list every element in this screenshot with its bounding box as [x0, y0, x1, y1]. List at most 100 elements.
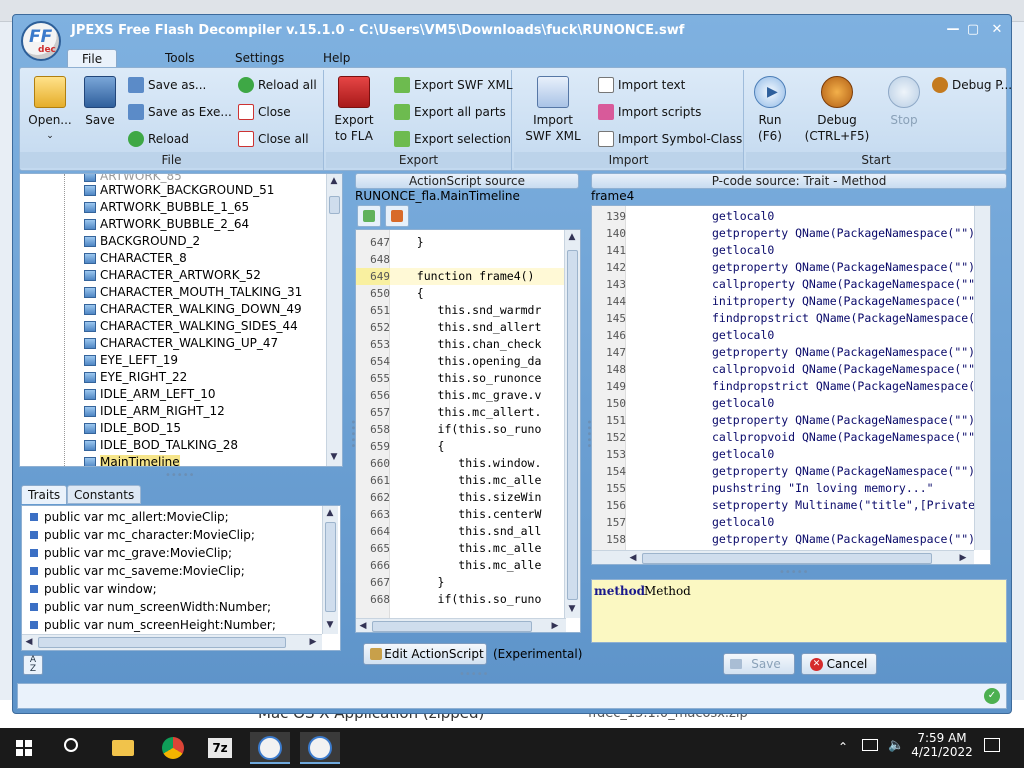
trait-item[interactable]: public var mc_grave:MovieClip; [30, 544, 232, 562]
trait-item[interactable]: public var mc_allert:MovieClip; [30, 508, 229, 526]
save-button[interactable]: Save [80, 76, 120, 128]
scroll-right-icon[interactable]: ▶ [548, 619, 562, 632]
import-symbol-class-button[interactable]: Import Symbol-Class [598, 130, 742, 148]
maximize-button[interactable]: ▢ [963, 21, 983, 39]
tree-item[interactable]: IDLE_ARM_RIGHT_12 [84, 403, 225, 420]
scroll-up-icon[interactable]: ▲ [323, 506, 337, 520]
ffdec-taskbar-button-2[interactable] [300, 732, 340, 764]
code-vscrollbar[interactable]: ▲ ▼ [564, 230, 580, 618]
run-button[interactable]: ▶ Run (F6) [750, 76, 790, 144]
close-window-button[interactable]: ✕ [987, 21, 1007, 39]
tree-item[interactable]: EYE_LEFT_19 [84, 352, 178, 369]
scroll-up-icon[interactable]: ▲ [565, 230, 579, 244]
tab-file[interactable]: File [67, 49, 118, 68]
tree-item[interactable]: EYE_RIGHT_22 [84, 369, 187, 386]
start-button[interactable] [4, 732, 44, 764]
notification-icon[interactable] [984, 738, 1000, 752]
splitter-handle[interactable]: ••••• [459, 669, 489, 680]
tab-help[interactable]: Help [309, 49, 364, 68]
tree-item[interactable]: IDLE_BOD_TALKING_28 [84, 437, 238, 454]
tree-item[interactable]: CHARACTER_MOUTH_TALKING_31 [84, 284, 302, 301]
traits-hscrollbar[interactable]: ◀ ▶ [22, 634, 322, 650]
splitter-handle[interactable]: ••••• [779, 567, 809, 578]
scroll-up-icon[interactable]: ▲ [327, 174, 341, 188]
scroll-right-icon[interactable]: ▶ [306, 635, 320, 649]
tree-item[interactable]: CHARACTER_WALKING_UP_47 [84, 335, 278, 352]
tree-item[interactable]: IDLE_BOD_15 [84, 420, 181, 437]
trait-item[interactable]: public var mc_saveme:MovieClip; [30, 562, 245, 580]
chevron-up-icon[interactable]: ⌃ [838, 740, 848, 754]
tree-scrollbar[interactable]: ▲ ▼ [326, 174, 342, 466]
deobfuscate-button[interactable] [385, 205, 409, 227]
scroll-left-icon[interactable]: ◀ [22, 635, 36, 649]
scroll-thumb[interactable] [642, 553, 932, 564]
tree-item[interactable]: IDLE_ARM_LEFT_10 [84, 386, 216, 403]
tree-item[interactable]: BACKGROUND_2 [84, 233, 200, 250]
close-button[interactable]: Close [238, 103, 291, 121]
scroll-right-icon[interactable]: ▶ [956, 551, 970, 564]
app-logo-icon[interactable]: FF dec [21, 21, 61, 61]
scroll-thumb[interactable] [329, 196, 340, 214]
tree-item[interactable]: CHARACTER_ARTWORK_52 [84, 267, 261, 284]
export-swf-xml-button[interactable]: Export SWF XML [394, 76, 513, 94]
import-swf-xml-button[interactable]: Import SWF XML [522, 76, 584, 144]
tab-tools[interactable]: Tools [151, 49, 209, 68]
tree-item-selected[interactable]: MainTimeline [84, 454, 180, 466]
cancel-button[interactable]: ✕ Cancel [801, 653, 877, 675]
file-explorer-button[interactable] [102, 732, 142, 764]
scroll-thumb[interactable] [38, 637, 286, 648]
reload-all-button[interactable]: Reload all [238, 76, 317, 94]
scroll-down-icon[interactable]: ▼ [323, 618, 337, 632]
title-bar[interactable]: JPEXS Free Flash Decompiler v.15.1.0 - C… [13, 15, 1011, 47]
minimize-button[interactable]: — [943, 21, 963, 39]
splitter-handle[interactable]: ••••• [347, 419, 358, 449]
trait-item[interactable]: public var mc_character:MovieClip; [30, 526, 255, 544]
7zip-button[interactable]: 7z [200, 732, 240, 764]
import-text-button[interactable]: Import text [598, 76, 685, 94]
search-button[interactable] [52, 732, 92, 764]
chrome-button[interactable] [152, 732, 192, 764]
save-pcode-button[interactable]: Save [723, 653, 795, 675]
trait-item[interactable]: public var num_screenWidth:Number; [30, 598, 271, 616]
open-button[interactable]: Open... ⌄ [26, 76, 74, 144]
ffdec-taskbar-button[interactable] [250, 732, 290, 764]
save-as-button[interactable]: Save as... [128, 76, 206, 94]
tree-item[interactable]: CHARACTER_WALKING_DOWN_49 [84, 301, 302, 318]
export-fla-button[interactable]: Export to FLA [332, 76, 376, 144]
pcode-hscrollbar[interactable]: ◀ ▶ [592, 550, 974, 564]
tab-settings[interactable]: Settings [221, 49, 298, 68]
scroll-left-icon[interactable]: ◀ [356, 619, 370, 632]
scroll-down-icon[interactable]: ▼ [327, 450, 341, 464]
close-all-button[interactable]: Close all [238, 130, 309, 148]
decompile-button[interactable] [357, 205, 381, 227]
trait-item[interactable]: public var window; [30, 580, 157, 598]
import-scripts-button[interactable]: Import scripts [598, 103, 701, 121]
scroll-thumb[interactable] [325, 522, 336, 612]
export-all-parts-button[interactable]: Export all parts [394, 103, 506, 121]
clock[interactable]: 7:59 AM 4/21/2022 [910, 731, 974, 759]
edit-actionscript-button[interactable]: Edit ActionScript [363, 643, 487, 665]
splitter-handle[interactable]: ••••• [165, 470, 195, 481]
network-icon[interactable] [862, 739, 878, 751]
tree-item[interactable]: ARTWORK_BUBBLE_1_65 [84, 199, 249, 216]
stop-button[interactable]: Stop [884, 76, 924, 128]
tree-item[interactable]: CHARACTER_8 [84, 250, 187, 267]
tab-constants[interactable]: Constants [67, 485, 142, 504]
save-as-exe-button[interactable]: Save as Exe... [128, 103, 232, 121]
tree-item[interactable]: ARTWORK_BACKGROUND_51 [84, 182, 274, 199]
scroll-left-icon[interactable]: ◀ [626, 551, 640, 564]
code-hscrollbar[interactable]: ◀ ▶ [356, 618, 566, 632]
tree-item[interactable]: CHARACTER_WALKING_SIDES_44 [84, 318, 298, 335]
debug-pcode-button[interactable]: Debug P... [932, 76, 1012, 94]
export-selection-button[interactable]: Export selection [394, 130, 511, 148]
actionscript-editor[interactable]: this.centerWind 647 }648649 function fra… [355, 229, 581, 633]
debug-button[interactable]: Debug (CTRL+F5) [800, 76, 874, 144]
pcode-vscrollbar[interactable] [974, 206, 990, 550]
volume-icon[interactable]: 🔈 [888, 738, 904, 753]
tab-traits[interactable]: Traits [21, 485, 68, 504]
pcode-editor[interactable]: 139 getlocal0 140 getproperty QName(Package… [591, 205, 991, 565]
tree-item[interactable]: ARTWORK_BUBBLE_2_64 [84, 216, 249, 233]
reload-button[interactable]: Reload [128, 130, 189, 148]
trait-item[interactable]: public var num_screenHeight:Number; [30, 616, 276, 634]
scroll-thumb[interactable] [372, 621, 532, 632]
